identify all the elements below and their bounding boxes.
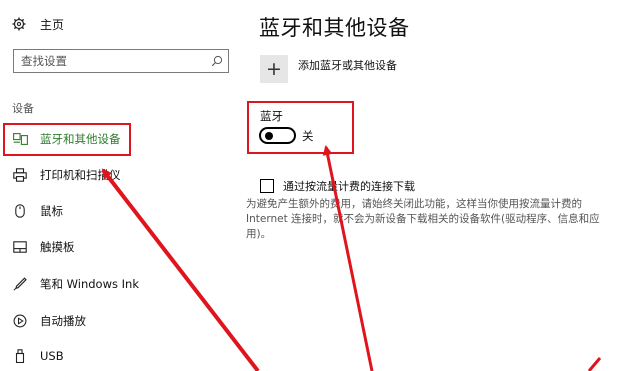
settings-search-box[interactable] (13, 49, 229, 73)
plus-icon: + (260, 55, 288, 83)
sidebar-item-pen[interactable]: 笔和 Windows Ink (0, 270, 240, 298)
add-device-button[interactable]: + 添加蓝牙或其他设备 (260, 55, 397, 83)
home-label: 主页 (40, 17, 65, 32)
sidebar-item-printers[interactable]: 打印机和扫描仪 (0, 161, 240, 189)
metered-description: 为避免产生额外的费用，请始终关闭此功能，这样当你使用按流量计费的 Interne… (246, 198, 600, 240)
sidebar-item-label: 触摸板 (40, 240, 75, 254)
home-nav-item[interactable]: 主页 (10, 14, 64, 34)
sidebar-item-usb[interactable]: USB (0, 342, 240, 370)
sidebar-item-touchpad[interactable]: 触摸板 (0, 233, 240, 261)
highlight-box-bluetooth-nav (3, 123, 131, 156)
touchpad-icon (12, 239, 28, 255)
settings-sidebar: 主页 设备 蓝牙和其他设备 打印机和扫描仪 鼠标 触摸板 (0, 0, 240, 371)
sidebar-item-label: 鼠标 (40, 204, 63, 218)
add-device-label: 添加蓝牙或其他设备 (298, 59, 397, 72)
metered-checkbox[interactable] (260, 179, 274, 193)
metered-download-option[interactable]: 通过按流量计费的连接下载 (260, 178, 415, 194)
sidebar-item-label: USB (40, 349, 64, 363)
usb-icon (12, 348, 28, 364)
autoplay-icon (12, 313, 28, 329)
sidebar-item-label: 自动播放 (40, 314, 86, 328)
gear-icon (10, 17, 28, 31)
sidebar-item-autoplay[interactable]: 自动播放 (0, 307, 240, 335)
printer-icon (12, 167, 28, 183)
pen-icon (12, 276, 28, 292)
sidebar-item-mouse[interactable]: 鼠标 (0, 197, 240, 225)
search-icon[interactable] (206, 55, 228, 67)
page-title: 蓝牙和其他设备 (259, 16, 410, 40)
section-title-devices: 设备 (12, 102, 34, 115)
main-content: 蓝牙和其他设备 + 添加蓝牙或其他设备 蓝牙 关 通过按流量计费的连接下载 为避… (240, 0, 621, 371)
highlight-box-bluetooth-toggle (247, 101, 354, 154)
settings-search-input[interactable] (14, 50, 206, 72)
metered-label: 通过按流量计费的连接下载 (283, 180, 415, 193)
sidebar-item-label: 笔和 Windows Ink (40, 277, 139, 291)
mouse-icon (12, 203, 28, 219)
sidebar-item-label: 打印机和扫描仪 (40, 168, 121, 182)
